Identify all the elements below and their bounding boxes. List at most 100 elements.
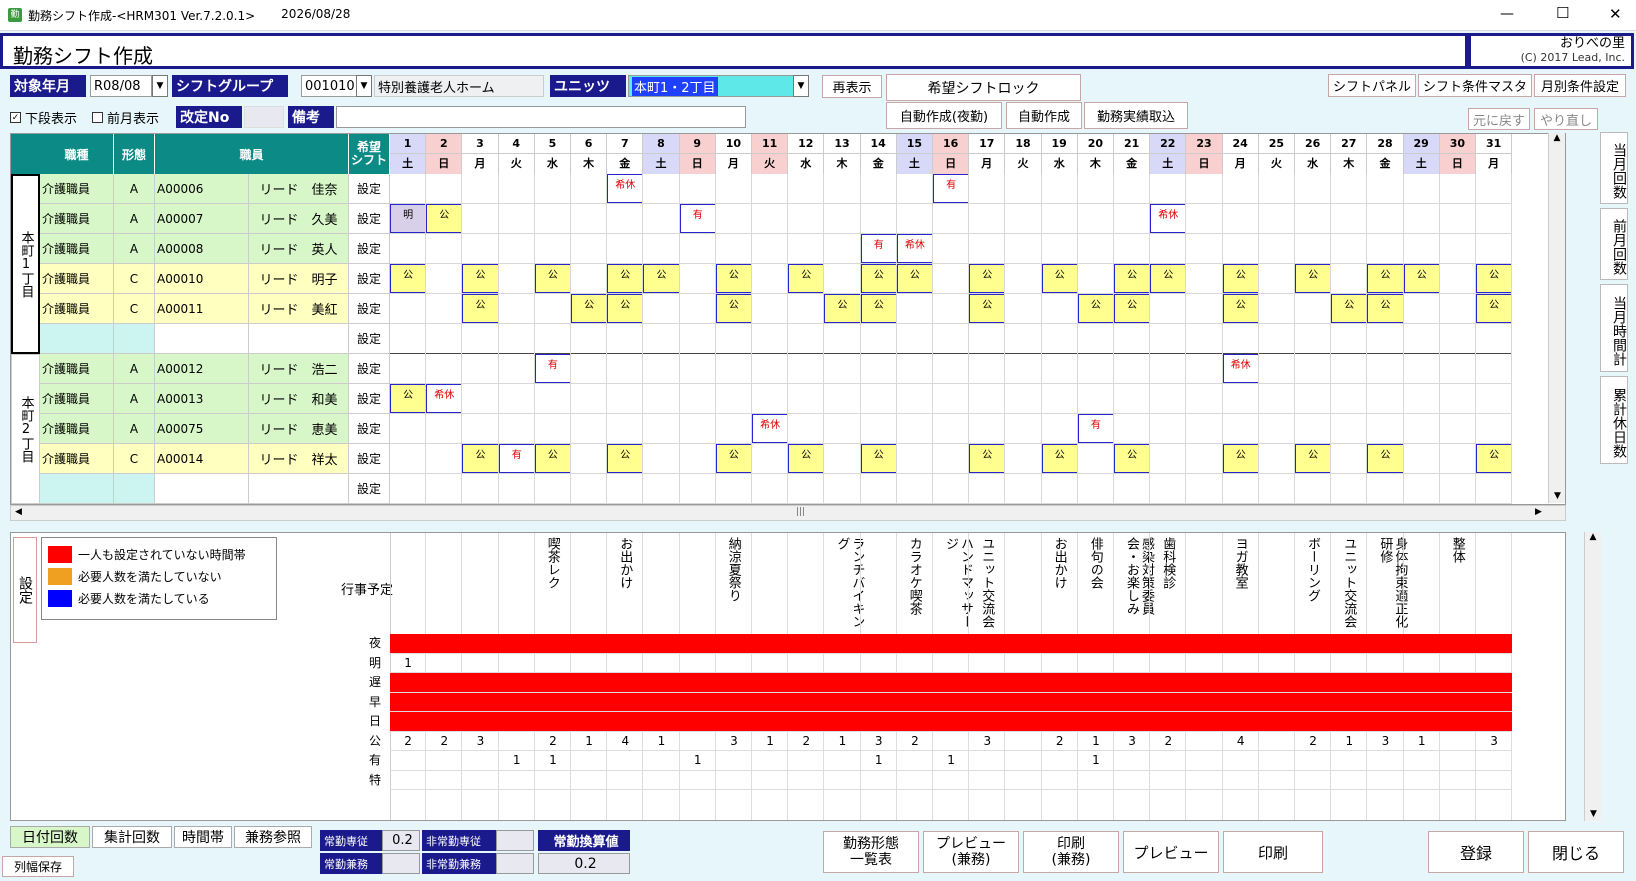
print-concurrent-button[interactable]: 印刷 (兼務) [1023,831,1119,873]
redo-button[interactable]: やり直し [1534,108,1598,130]
shift-mark[interactable]: 公 [607,294,644,323]
shift-mark[interactable]: 公 [715,264,752,293]
shift-mark[interactable]: 有 [679,204,716,233]
shift-mark[interactable]: 公 [462,444,499,473]
shift-mark[interactable]: 公 [860,264,897,293]
auto-create-button[interactable]: 自動作成 [1006,102,1082,129]
shift-mark[interactable]: 希休 [607,174,644,203]
wish-setting-button[interactable]: 設定 [349,384,390,414]
shift-mark[interactable]: 公 [534,264,571,293]
wish-setting-button[interactable]: 設定 [349,264,390,294]
shift-mark[interactable]: 公 [1114,264,1151,293]
save-column-width-button[interactable]: 列幅保存 [2,856,74,877]
shift-mark[interactable]: 公 [1222,264,1259,293]
summary-vertical-scrollbar[interactable]: ▲ ▼ [1584,532,1601,821]
auto-create-night-button[interactable]: 自動作成(夜勤) [886,102,1002,129]
shift-master-button[interactable]: シフト条件マスタ [1418,74,1532,97]
shift-mark[interactable]: 有 [860,234,897,263]
shift-mark[interactable]: 公 [1476,264,1513,293]
preview-concurrent-button[interactable]: プレビュー (兼務) [923,831,1019,873]
shift-mark[interactable]: 公 [390,264,427,293]
register-button[interactable]: 登録 [1428,831,1524,873]
shift-mark[interactable]: 公 [715,444,752,473]
scroll-right-icon[interactable]: ▶ [1535,507,1542,517]
tab-concurrent[interactable]: 兼務参照 [234,826,312,848]
shift-mark[interactable]: 公 [643,264,680,293]
tab-total-count[interactable]: 集計回数 [92,826,172,848]
wish-setting-button[interactable]: 設定 [349,354,390,384]
shift-mark[interactable]: 公 [390,384,427,413]
shift-mark[interactable]: 公 [1222,444,1259,473]
wish-setting-button[interactable]: 設定 [349,324,390,354]
wish-setting-button[interactable]: 設定 [349,174,390,204]
undo-button[interactable]: 元に戻す [1468,108,1530,130]
prev-month-checkbox[interactable]: 前月表示 [92,108,159,127]
unit-select[interactable]: 本町1・2丁目 [628,75,794,97]
wish-setting-button[interactable]: 設定 [349,234,390,264]
summary-scroll-up-icon[interactable]: ▲ [1585,532,1601,542]
shift-mark[interactable]: 公 [1476,294,1513,323]
wish-shift-lock-button[interactable]: 希望シフトロック [886,74,1081,101]
shift-mark[interactable]: 公 [1150,264,1187,293]
shift-mark[interactable]: 公 [896,264,933,293]
shift-mark[interactable]: 希休 [1222,354,1259,383]
scroll-up-icon[interactable]: ▲ [1549,133,1565,143]
shift-mark[interactable]: 有 [1077,414,1114,443]
shift-mark[interactable]: 公 [1295,444,1332,473]
wish-setting-button[interactable]: 設定 [349,444,390,474]
shift-mark[interactable]: 公 [1331,294,1368,323]
shift-mark[interactable]: 公 [462,294,499,323]
shift-mark[interactable]: 公 [860,444,897,473]
shift-mark[interactable]: 公 [1077,294,1114,323]
shift-mark[interactable]: 公 [788,264,825,293]
shift-mark[interactable]: 公 [462,264,499,293]
lower-display-checkbox[interactable]: ✓ 下段表示 [10,108,77,127]
shift-group-dropdown-icon[interactable]: ▼ [356,75,372,97]
shift-mark[interactable]: 公 [788,444,825,473]
shift-mark[interactable]: 公 [1041,264,1078,293]
monthly-condition-button[interactable]: 月別条件設定 [1534,74,1626,97]
year-month-select[interactable]: R08/08 [90,75,152,97]
shift-mark[interactable]: 公 [824,294,861,323]
shift-mark[interactable]: 公 [1222,294,1259,323]
shift-mark[interactable]: 公 [1367,264,1404,293]
shift-mark[interactable]: 希休 [1150,204,1187,233]
cumulative-holidays-button[interactable]: 累計休日数 [1600,376,1628,464]
preview-button[interactable]: プレビュー [1123,831,1219,873]
shift-mark[interactable]: 公 [607,444,644,473]
checkbox-checked-icon[interactable]: ✓ [10,112,21,123]
wish-setting-button[interactable]: 設定 [349,204,390,234]
shift-mark[interactable]: 公 [1114,294,1151,323]
scroll-thumb[interactable]: ||| [796,507,805,517]
grid-horizontal-scrollbar[interactable]: ◀ ||| ▶ [10,505,1566,521]
shift-mark[interactable]: 公 [969,294,1006,323]
shift-mark[interactable]: 公 [1041,444,1078,473]
legend-setting-button[interactable]: 設定 [13,537,37,643]
wish-setting-button[interactable]: 設定 [349,474,390,504]
maximize-icon[interactable]: ☐ [1556,4,1569,22]
shift-mark[interactable]: 公 [1367,294,1404,323]
shift-mark[interactable]: 公 [1403,264,1440,293]
shift-mark[interactable]: 公 [969,444,1006,473]
shift-mark[interactable]: 希休 [426,384,463,413]
import-actual-button[interactable]: 勤務実績取込 [1084,102,1188,129]
shift-mark[interactable]: 公 [860,294,897,323]
scroll-left-icon[interactable]: ◀ [15,507,22,517]
shift-mark[interactable]: 公 [1114,444,1151,473]
current-month-count-button[interactable]: 当月回数 [1600,132,1628,204]
shift-mark[interactable]: 公 [607,264,644,293]
unit-dropdown-icon[interactable]: ▼ [793,75,809,97]
summary-scroll-down-icon[interactable]: ▼ [1585,809,1602,819]
scroll-down-icon[interactable]: ▼ [1549,491,1566,501]
shift-mark[interactable]: 有 [534,354,571,383]
shift-mark[interactable]: 有 [498,444,535,473]
shift-mark[interactable]: 公 [1476,444,1513,473]
shift-mark[interactable]: 希休 [896,234,933,263]
shift-mark[interactable]: 有 [933,174,970,203]
shift-mark[interactable]: 公 [715,294,752,323]
shift-mark[interactable]: 公 [534,444,571,473]
prev-month-count-button[interactable]: 前月回数 [1600,208,1628,280]
close-icon[interactable]: ✕ [1609,5,1622,23]
close-button[interactable]: 閉じる [1528,831,1624,873]
shift-panel-button[interactable]: シフトパネル [1328,74,1416,97]
